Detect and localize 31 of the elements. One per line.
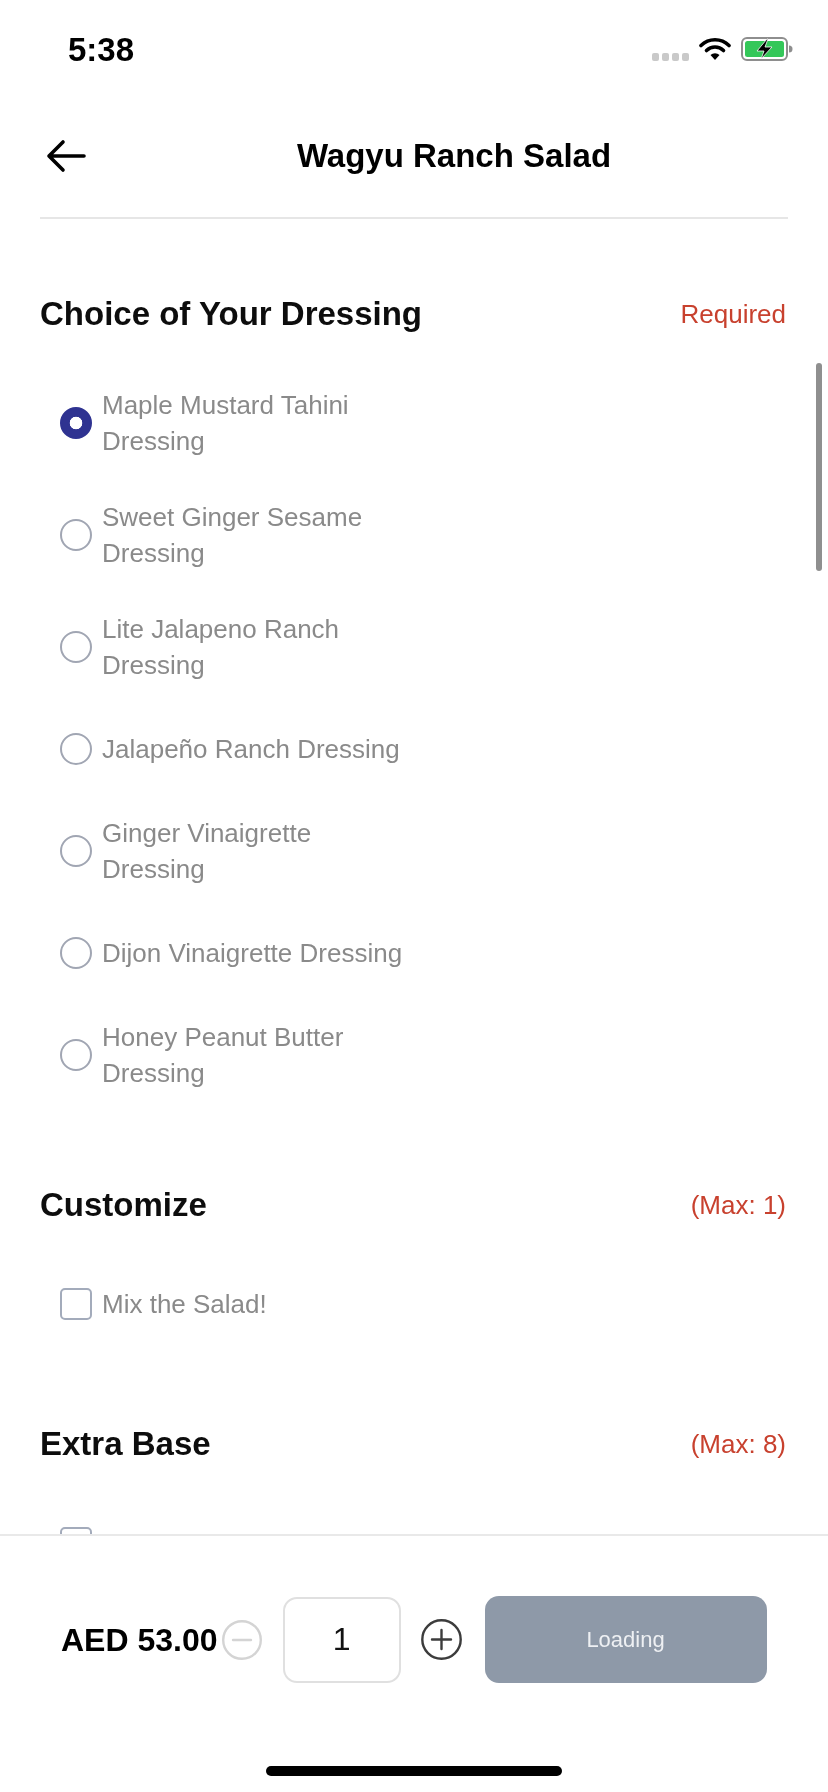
radio-option[interactable]: Dijon Vinaigrette Dressing <box>60 927 403 979</box>
plus-circle-icon[interactable] <box>420 1619 462 1660</box>
radio-option[interactable]: Sweet Ginger Sesame Dressing <box>60 499 412 571</box>
radio-option[interactable]: Ginger Vinaigrette Dressing <box>60 815 412 887</box>
back-arrow-icon[interactable] <box>46 139 86 173</box>
radio-option[interactable]: Honey Peanut Butter Dressing <box>60 1019 412 1091</box>
section-requirement: Required <box>680 298 786 331</box>
checkbox-icon[interactable] <box>60 1288 92 1320</box>
radio-icon[interactable] <box>60 519 92 551</box>
radio-option[interactable]: Jalapeño Ranch Dressing <box>60 723 400 775</box>
signal-icon <box>652 53 689 61</box>
section-title: Customize <box>40 1185 207 1225</box>
radio-icon[interactable] <box>60 937 92 969</box>
quantity-field[interactable]: 1 <box>282 1596 401 1683</box>
battery-icon <box>741 37 793 61</box>
section-requirement: (Max: 8) <box>690 1428 786 1461</box>
wifi-icon <box>699 37 731 61</box>
radio-icon[interactable] <box>60 407 92 439</box>
checkbox-option[interactable]: Mix the Salad! <box>60 1278 267 1330</box>
page-title: Wagyu Ranch Salad <box>295 136 613 176</box>
radio-icon[interactable] <box>60 835 92 867</box>
radio-icon[interactable] <box>60 733 92 765</box>
radio-option[interactable]: Maple Mustard Tahini Dressing <box>60 387 412 459</box>
section-title: Extra Base <box>40 1424 211 1464</box>
total-price: AED 53.00 <box>61 1620 218 1660</box>
section-title: Choice of Your Dressing <box>40 294 422 334</box>
radio-icon[interactable] <box>60 1039 92 1071</box>
radio-icon[interactable] <box>60 631 92 663</box>
section-requirement: (Max: 1) <box>690 1189 786 1222</box>
status-time: 5:38 <box>68 30 135 70</box>
radio-option[interactable]: Lite Jalapeno Ranch Dressing <box>60 611 412 683</box>
